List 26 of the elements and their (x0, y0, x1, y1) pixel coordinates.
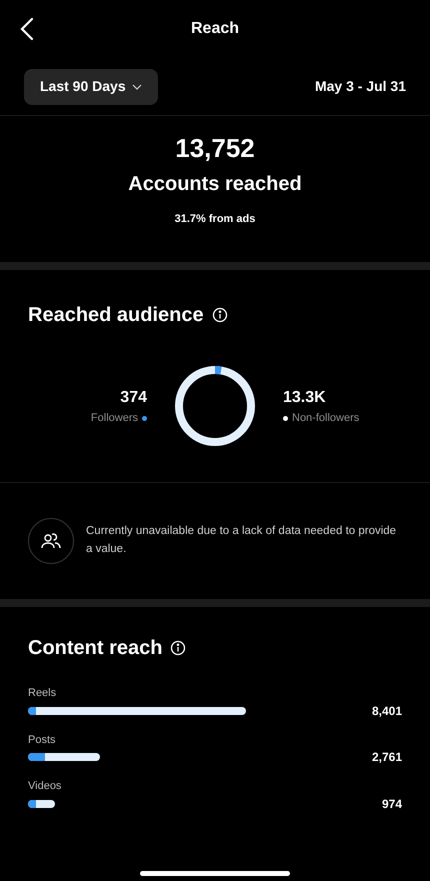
unavailable-message: Currently unavailable due to a lack of data needed to provide a value. (86, 524, 398, 557)
reach-bar (28, 800, 55, 808)
reach-label: Accounts reached (128, 172, 302, 196)
chevron-down-icon (132, 84, 142, 90)
date-range-dropdown[interactable]: Last 90 Days (24, 68, 158, 104)
followers-count: 374 (120, 388, 147, 408)
non-followers-label: Non-followers (292, 410, 360, 426)
content-type-label: Posts (28, 732, 57, 748)
audience-icon (28, 518, 74, 564)
reach-count: 13,752 (175, 132, 255, 164)
non-followers-count: 13.3K (283, 388, 326, 408)
content-type-label: Reels (28, 686, 58, 701)
reach-value: 2,761 (372, 749, 402, 766)
back-icon[interactable] (20, 17, 34, 41)
reach-value: 8,401 (372, 702, 402, 720)
info-icon[interactable] (170, 640, 186, 656)
date-range-label: May 3 - Jul 31 (314, 77, 406, 96)
content-type-label: Videos (28, 779, 62, 794)
ads-share-text: 31.7% from ads (174, 212, 256, 226)
reach-value: 974 (382, 796, 402, 812)
section-title: Reached audience (28, 303, 204, 328)
reach-bar (28, 753, 100, 761)
info-icon[interactable] (212, 307, 228, 323)
followers-label: Followers (90, 410, 138, 426)
section-title: Content reach (28, 636, 162, 661)
page-title: Reach (190, 19, 240, 39)
